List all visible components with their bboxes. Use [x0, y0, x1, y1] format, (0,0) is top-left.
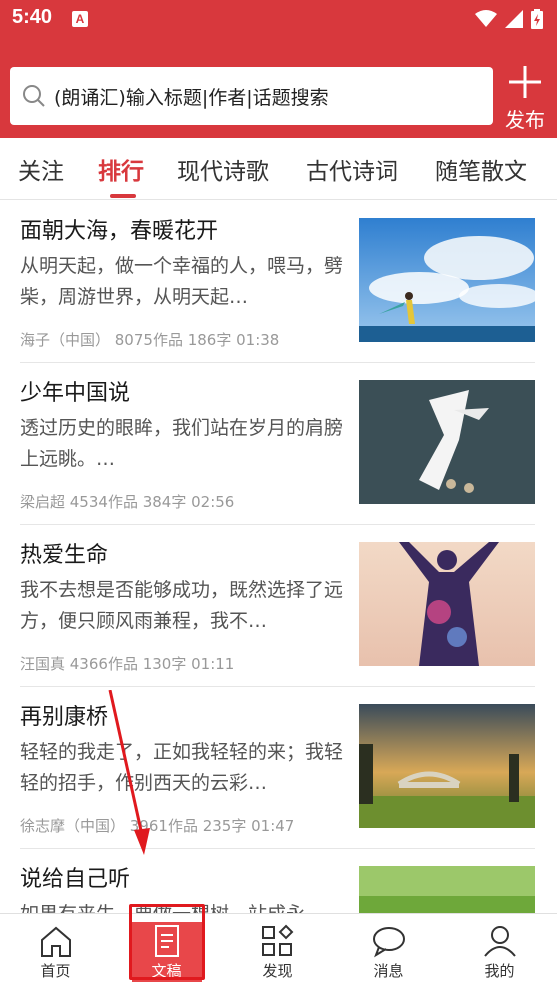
- article-thumbnail: [359, 704, 535, 828]
- publish-button[interactable]: 发布: [497, 62, 553, 134]
- article-thumbnail: [359, 866, 535, 913]
- home-icon: [41, 926, 71, 957]
- article-title: 热爱生命: [20, 543, 109, 568]
- profile-icon: [484, 926, 516, 957]
- article-meta: 海子（中国） 8075作品 186字 01:38: [20, 331, 280, 349]
- battery-icon: [531, 9, 543, 29]
- publish-label: 发布: [505, 108, 545, 132]
- article-thumbnail: [359, 542, 535, 666]
- list-item[interactable]: 说给自己听 如果有来生，要做一棵树，站成永…: [0, 849, 557, 913]
- article-excerpt: 从明天起，做一个幸福的人，喂马，劈柴，周游世界，从明天起…: [20, 255, 344, 308]
- tab-modern-poetry[interactable]: 现代诗歌: [177, 152, 269, 186]
- article-meta: 汪国真 4366作品 130字 01:11: [20, 655, 235, 673]
- app-header: 5:40 A (朗诵汇)输入标题|作者|话题搜索 发布: [0, 0, 557, 138]
- nav-discover[interactable]: 发现: [222, 914, 333, 982]
- tab-classical-poetry[interactable]: 古代诗词: [306, 152, 398, 186]
- category-tabs: 关注 排行 现代诗歌 古代诗词 随笔散文: [0, 138, 557, 200]
- bottom-navigation: 首页 文稿 发现 消息 我的: [0, 913, 557, 982]
- discover-icon: [262, 924, 294, 956]
- list-item[interactable]: 再别康桥 轻轻的我走了，正如我轻轻的来；我轻轻的招手，作别西天的云彩… 徐志摩（…: [0, 687, 557, 849]
- annotation-arrow: [108, 690, 150, 855]
- status-time: 5:40: [12, 6, 53, 28]
- article-thumbnail: [359, 380, 535, 504]
- notification-app-icon: A: [72, 11, 88, 27]
- article-thumbnail: [359, 218, 535, 342]
- nav-messages[interactable]: 消息: [333, 914, 444, 982]
- article-excerpt: 我不去想是否能够成功，既然选择了远方，便只顾风雨兼程，我不…: [20, 579, 344, 632]
- tab-ranking[interactable]: 排行: [98, 152, 144, 186]
- search-placeholder: (朗诵汇)输入标题|作者|话题搜索: [54, 86, 329, 109]
- signal-icon: [505, 10, 523, 28]
- article-title: 面朝大海，春暖花开: [20, 219, 219, 244]
- nav-home[interactable]: 首页: [0, 914, 111, 982]
- article-list: 面朝大海，春暖花开 从明天起，做一个幸福的人，喂马，劈柴，周游世界，从明天起… …: [0, 201, 557, 913]
- search-input[interactable]: (朗诵汇)输入标题|作者|话题搜索: [10, 67, 493, 125]
- tab-essays[interactable]: 随笔散文: [435, 152, 527, 186]
- search-icon: [23, 85, 45, 107]
- nav-label: 首页: [40, 962, 71, 980]
- tab-follow[interactable]: 关注: [18, 152, 64, 186]
- article-title: 再别康桥: [20, 705, 109, 730]
- nav-label: 我的: [484, 962, 515, 980]
- list-item[interactable]: 少年中国说 透过历史的眼眸，我们站在岁月的肩膀上远眺。… 梁启超 4534作品 …: [0, 363, 557, 525]
- article-excerpt: 透过历史的眼眸，我们站在岁月的肩膀上远眺。…: [20, 417, 344, 470]
- article-excerpt: 轻轻的我走了，正如我轻轻的来；我轻轻的招手，作别西天的云彩…: [20, 741, 344, 794]
- message-icon: [373, 927, 405, 958]
- list-item[interactable]: 面朝大海，春暖花开 从明天起，做一个幸福的人，喂马，劈柴，周游世界，从明天起… …: [0, 201, 557, 363]
- active-tab-indicator: [110, 194, 136, 198]
- nav-label: 发现: [262, 962, 293, 980]
- plus-icon: [509, 66, 541, 98]
- status-bar: 5:40 A: [0, 0, 557, 40]
- wifi-icon: [475, 10, 497, 27]
- article-title: 少年中国说: [20, 381, 131, 406]
- annotation-highlight-box: [129, 904, 205, 980]
- system-icons: [475, 8, 543, 30]
- nav-profile[interactable]: 我的: [444, 914, 555, 982]
- article-meta: 梁启超 4534作品 384字 02:56: [20, 493, 235, 511]
- nav-label: 消息: [373, 962, 404, 980]
- list-item[interactable]: 热爱生命 我不去想是否能够成功，既然选择了远方，便只顾风雨兼程，我不… 汪国真 …: [0, 525, 557, 687]
